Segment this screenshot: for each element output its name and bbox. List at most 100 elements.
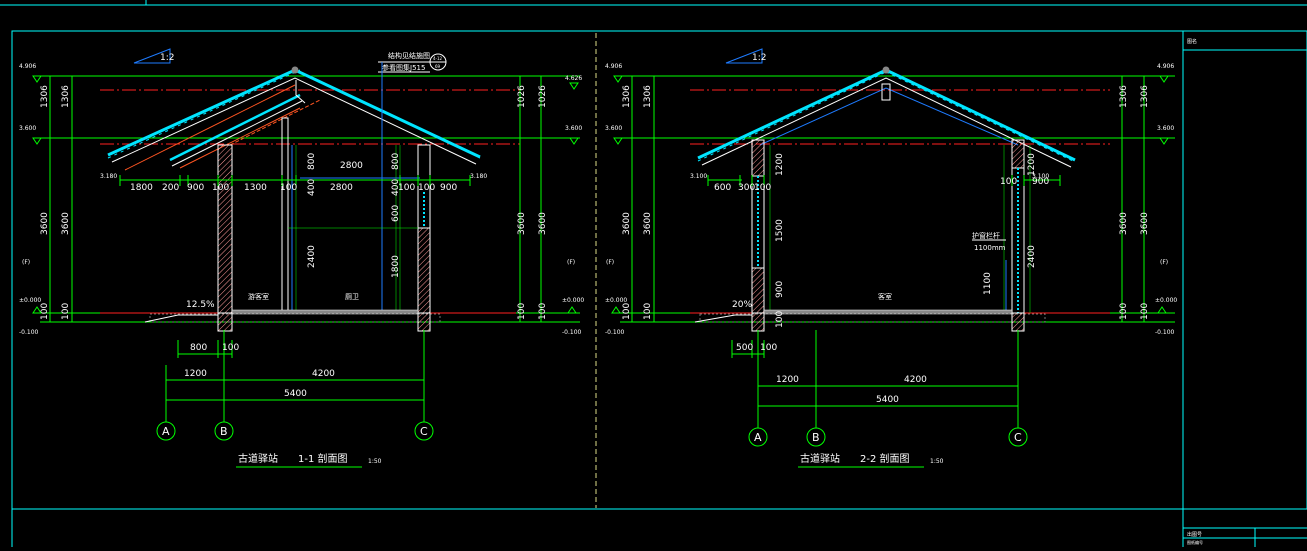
inner-v-1: 1200: [775, 153, 785, 176]
top-dim-2: 200: [162, 183, 179, 193]
vdim-right-outer-3: 100: [1140, 303, 1150, 320]
top-dim-1: 600: [714, 183, 731, 193]
elev-left-2: 3.600: [605, 125, 622, 132]
inner-v-4: 100: [775, 311, 785, 328]
top-dim-5: 1300: [244, 183, 267, 193]
axis-label-a: A: [162, 425, 170, 438]
vdim-chain-right: [1118, 76, 1148, 322]
drawing-sheet: 图名 出图号 图纸编号 1:2 1306 3600 100 1306 3600 …: [0, 0, 1307, 547]
elev-right-2: 3.600: [1157, 125, 1174, 132]
elevation-markers: [32, 75, 579, 314]
section-scale: 1:50: [930, 458, 944, 465]
inner-v-6: 600: [391, 205, 401, 222]
floor-tag-right: (F): [567, 259, 575, 266]
vdim-left-outer-3: 100: [622, 303, 632, 320]
vdim-left-inner-2: 3600: [61, 212, 71, 235]
title-block-label: 图名: [1187, 38, 1197, 45]
top-dim-6: 100: [280, 183, 297, 193]
slope-symbol: 1:2: [725, 48, 766, 64]
section-2-2: 1:2 1306 3600 100 1306 3600 100 4.906 3.…: [605, 48, 1177, 468]
elev-right-1: 4.906: [1157, 63, 1174, 70]
cad-drawing-canvas[interactable]: 图名 出图号 图纸编号 1:2 1306 3600 100 1306 3600 …: [0, 0, 1307, 547]
vdim-right-outer-3: 100: [538, 303, 548, 320]
elev-right-2: 3.600: [565, 125, 582, 132]
vdim-right-outer-2: 3600: [538, 212, 548, 235]
vdim-left-outer-1: 1306: [40, 85, 50, 108]
elev-left-1: 4.906: [19, 63, 36, 70]
vdim-right-inner-1: 1306: [1119, 85, 1129, 108]
title-block-sub: 图纸编号: [1187, 539, 1203, 545]
inner-v-3: 2400: [307, 245, 317, 268]
elev-left-3: 3.180: [100, 173, 117, 180]
ridge-bubble-a: 4-12: [433, 56, 443, 61]
vdim-left-outer-2: 3600: [622, 212, 632, 235]
vdim-left-inner-1: 1306: [61, 85, 71, 108]
bottom-dim-2a: 1200: [184, 369, 207, 379]
elev-left-5: -0.100: [19, 329, 39, 336]
bottom-dim-3: 5400: [876, 395, 899, 405]
top-dim-9: 100: [418, 183, 435, 193]
room-label-2: 厕卫: [345, 293, 359, 301]
ridge-note-1: 结构见结施图: [388, 51, 430, 60]
axis-label-c: C: [1014, 431, 1022, 444]
room-label-1: 游客室: [248, 292, 269, 301]
axis-label-b: B: [812, 431, 820, 444]
svg-text:1:2: 1:2: [160, 53, 174, 63]
title-block-label-bottom: 出图号: [1187, 531, 1202, 538]
bottom-dim-1a: 800: [190, 343, 207, 353]
bottom-dim-1a: 500: [736, 343, 753, 353]
elevation-markers: [611, 75, 1169, 314]
top-dim-2: 300: [738, 183, 755, 193]
elev-left-1: 4.906: [605, 63, 622, 70]
inner-v-2: 400: [307, 179, 317, 196]
elev-right-5: -0.100: [562, 329, 582, 336]
bottom-dim-1b: 100: [760, 343, 777, 353]
inner-v-6: 2400: [1027, 245, 1037, 268]
inner-v-7: 1100: [983, 272, 993, 295]
vdim-left-inner-1: 1306: [643, 85, 653, 108]
bottom-dim-1b: 100: [222, 343, 239, 353]
bottom-dim-2b: 4200: [312, 369, 335, 379]
section-scale: 1:50: [368, 458, 382, 465]
vdim-right-outer-1: 1026: [538, 85, 548, 108]
top-dim-4: 100: [1000, 177, 1017, 187]
section-1-1: 1:2 1306 3600 100 1306 3600 100 4.906 3.…: [19, 48, 584, 468]
vdim-left-inner-2: 3600: [643, 212, 653, 235]
vdim-chain-left: [46, 76, 76, 322]
inner-v-2: 1500: [775, 219, 785, 242]
top-dim-10: 900: [440, 183, 457, 193]
vdim-left-outer-2: 3600: [40, 212, 50, 235]
axis-label-b: B: [220, 425, 228, 438]
elev-left-3: 3.100: [690, 173, 707, 180]
span-dim: 2800: [340, 161, 363, 171]
top-dim-3: 100: [754, 183, 771, 193]
vdim-left-outer-1: 1306: [622, 85, 632, 108]
elev-right-1: 4.626: [565, 75, 582, 82]
floor-tag-left: (F): [606, 259, 614, 266]
svg-text:1:2: 1:2: [752, 53, 766, 63]
bottom-dim-2b: 4200: [904, 375, 927, 385]
room-label-1: 客室: [878, 292, 892, 301]
roof-1-1: [107, 66, 481, 171]
elev-left-5: -0.100: [605, 329, 625, 336]
elev-left-4: ±0.000: [605, 297, 627, 304]
ridge-bubble-b: 69: [435, 64, 441, 69]
slope-label-2-2: 20%: [732, 300, 752, 310]
vdim-right-outer-1: 1306: [1140, 85, 1150, 108]
vdim-right-inner-1: 1026: [517, 85, 527, 108]
top-dim-3: 900: [187, 183, 204, 193]
window-note-1: 护窗栏杆: [972, 231, 1000, 240]
section-title-a: 古道驿站: [238, 452, 278, 465]
elev-left-4: ±0.000: [19, 297, 41, 304]
inner-v-5: 400: [391, 179, 401, 196]
vdim-right-inner-2: 3600: [1119, 212, 1129, 235]
top-dim-4: 100: [212, 183, 229, 193]
elev-right-5: -0.100: [1155, 329, 1175, 336]
window-note-2: 1100mm: [974, 244, 1006, 252]
axis-label-a: A: [754, 431, 762, 444]
ridge-note-2: 参看图集J515: [382, 63, 425, 72]
top-dim-7: 2800: [330, 183, 353, 193]
elev-right-3: 3.180: [470, 173, 487, 180]
inner-v-1: 800: [307, 153, 317, 170]
axis-label-c: C: [420, 425, 428, 438]
